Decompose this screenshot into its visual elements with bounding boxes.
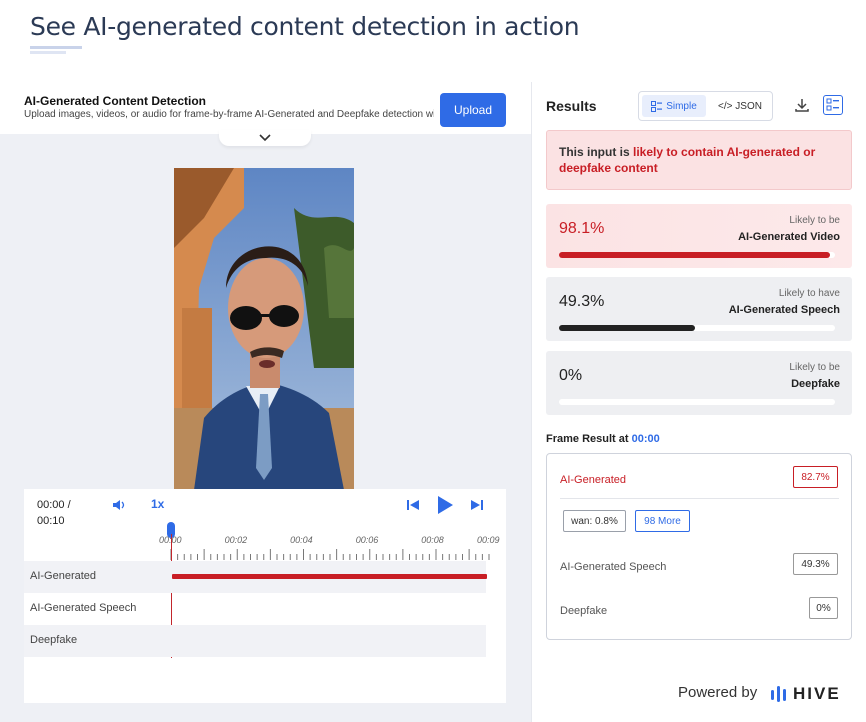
hive-logo-icon xyxy=(771,686,786,702)
alert-prefix: This input is xyxy=(559,145,633,159)
frame-result-box: AI-Generated 82.7% wan: 0.8% 98 More AI-… xyxy=(546,453,852,640)
score-percent: 0% xyxy=(559,367,583,384)
score-bar xyxy=(559,252,835,258)
powered-by-label: Powered by xyxy=(678,684,758,701)
frame-deepfake-value: 0% xyxy=(809,597,838,619)
results-title: Results xyxy=(546,98,597,114)
view-toggle: Simple </> JSON xyxy=(638,91,773,121)
demo-subtitle: Upload images, videos, or audio for fram… xyxy=(24,109,434,120)
page-title: See AI-generated content detection in ac… xyxy=(30,12,580,41)
frame-speech-value: 49.3% xyxy=(793,553,838,575)
score-likelihood: Likely to be xyxy=(789,362,840,373)
score-card-ai-video: 98.1% Likely to be AI-Generated Video xyxy=(546,204,852,268)
score-card-deepfake: 0% Likely to be Deepfake xyxy=(546,351,852,415)
simple-view-icon xyxy=(651,100,663,112)
download-icon[interactable] xyxy=(794,97,810,113)
frame-ai-label: AI-Generated xyxy=(560,474,627,486)
track-deepfake: Deepfake xyxy=(24,625,486,657)
time-display: 00:00 / 00:10 xyxy=(37,497,71,529)
chevron-down-icon xyxy=(259,134,271,142)
timeline-ticks xyxy=(170,549,490,560)
divider xyxy=(560,498,839,499)
title-underline-accent xyxy=(30,51,66,54)
timeline-ruler[interactable]: 00:0000:0200:0400:0600:0800:09 xyxy=(159,529,500,561)
toggle-json-button[interactable]: </> JSON xyxy=(711,95,769,117)
hive-brand[interactable]: HIVE xyxy=(793,684,841,704)
score-likelihood: Likely to be xyxy=(789,215,840,226)
time-total: 00:10 xyxy=(37,515,65,527)
frame-speech-label: AI-Generated Speech xyxy=(560,561,667,573)
score-class: AI-Generated Speech xyxy=(728,304,840,316)
timeline-tick-label: 00:02 xyxy=(224,535,248,545)
track-label: Deepfake xyxy=(30,634,78,646)
collapse-toggle[interactable] xyxy=(219,130,311,146)
frame-deepfake-label: Deepfake xyxy=(560,605,608,617)
demo-header: AI-Generated Content Detection Upload im… xyxy=(0,82,531,134)
list-view-button[interactable] xyxy=(823,95,843,115)
page: See AI-generated content detection in ac… xyxy=(0,0,866,722)
frame-result-heading: Frame Result at 00:00 xyxy=(546,433,660,445)
score-bar xyxy=(559,399,835,405)
score-percent: 49.3% xyxy=(559,293,605,310)
video-frame-image xyxy=(174,168,354,490)
track-ai-generated-speech: AI-Generated Speech xyxy=(24,593,486,625)
score-bar-fill xyxy=(559,325,696,331)
video-preview[interactable] xyxy=(174,168,354,490)
time-current: 00:00 / xyxy=(37,499,71,511)
playback-speed-button[interactable]: 1x xyxy=(151,497,164,511)
score-likelihood: Likely to have xyxy=(778,288,840,299)
score-class: AI-Generated Video xyxy=(738,231,840,243)
timeline-tick-label: 00:06 xyxy=(355,535,379,545)
track-label: AI-Generated xyxy=(30,570,97,582)
toggle-simple-button[interactable]: Simple xyxy=(642,95,706,117)
toggle-simple-label: Simple xyxy=(666,100,697,112)
volume-icon[interactable] xyxy=(112,498,126,512)
timeline-tick-label: 00:09 xyxy=(477,535,500,545)
frame-ai-value: 82.7% xyxy=(793,466,838,488)
timeline-tick-label: 00:04 xyxy=(290,535,313,545)
title-underline xyxy=(30,46,82,49)
class-chip-wan: wan: 0.8% xyxy=(563,510,626,532)
score-percent: 98.1% xyxy=(559,220,605,237)
track-ai-generated: AI-Generated xyxy=(24,561,487,593)
skip-back-icon[interactable] xyxy=(406,498,420,512)
skip-forward-icon[interactable] xyxy=(470,498,484,512)
score-bar xyxy=(559,325,835,331)
score-class: Deepfake xyxy=(791,378,840,390)
more-classes-button[interactable]: 98 More xyxy=(635,510,690,532)
results-panel: Results Simple </> JSON This input is li… xyxy=(531,82,866,722)
demo-title: AI-Generated Content Detection xyxy=(24,94,207,108)
score-bar-fill xyxy=(559,252,830,258)
track-label: AI-Generated Speech xyxy=(30,602,137,614)
demo-panel: AI-Generated Content Detection Upload im… xyxy=(0,82,531,722)
list-view-icon xyxy=(826,98,839,111)
score-card-ai-speech: 49.3% Likely to have AI-Generated Speech xyxy=(546,277,852,341)
frame-result-time[interactable]: 00:00 xyxy=(632,433,660,445)
frame-result-label: Frame Result at xyxy=(546,433,632,445)
video-player: 00:00 / 00:10 1x 00:0000:0200:0400:0600:… xyxy=(24,489,506,703)
track-detection-bar[interactable] xyxy=(172,574,487,579)
play-icon[interactable] xyxy=(436,495,454,515)
result-alert: This input is likely to contain AI-gener… xyxy=(546,130,852,190)
timeline-tick-label: 00:08 xyxy=(421,535,444,545)
upload-button[interactable]: Upload xyxy=(440,93,506,127)
